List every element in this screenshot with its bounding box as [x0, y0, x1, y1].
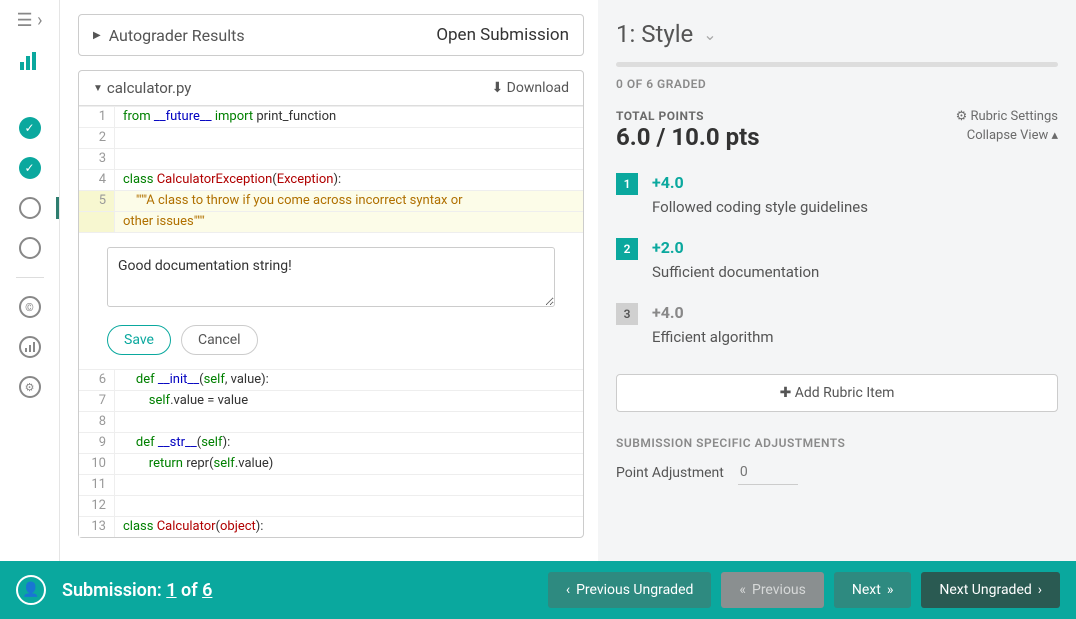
user-icon[interactable]: 👤 — [16, 575, 46, 605]
side-nav: ☰ › ✓ ✓ © ⚙ — [0, 0, 60, 561]
add-rubric-item-button[interactable]: ✚ Add Rubric Item — [616, 374, 1058, 412]
file-panel: ▼ calculator.py ⬇ Download 1from __futur… — [78, 70, 584, 538]
open-submission-link[interactable]: Open Submission — [436, 25, 569, 45]
rubric-settings-link[interactable]: ⚙ Rubric Settings — [956, 109, 1058, 124]
rubric-item-desc: Followed coding style guidelines — [652, 198, 1058, 216]
cancel-button[interactable]: Cancel — [181, 325, 258, 355]
rubric-panel: 1: Style ⌄ 0 OF 6 GRADED TOTAL POINTS 6.… — [598, 0, 1076, 561]
chevron-down-icon[interactable]: ▼ — [93, 83, 103, 94]
rubric-item-points: +4.0 — [652, 173, 1058, 192]
copyright-icon[interactable]: © — [19, 296, 41, 318]
center-column: ▶ Autograder Results Open Submission ▼ c… — [60, 0, 598, 561]
rubric-item[interactable]: 3 +4.0 Efficient algorithm — [616, 303, 1058, 346]
download-icon: ⬇ — [491, 80, 503, 96]
question-nav-2[interactable]: ✓ — [19, 157, 41, 179]
grading-progress — [616, 62, 1058, 67]
file-name: calculator.py — [107, 79, 492, 97]
rubric-item-number: 3 — [616, 303, 638, 325]
adjustments-heading: SUBMISSION SPECIFIC ADJUSTMENTS — [616, 436, 1058, 450]
code-viewer[interactable]: 1from __future__ import print_function23… — [79, 106, 583, 232]
code-viewer[interactable]: 6 def __init__(self, value):7 self.value… — [79, 369, 583, 537]
question-title[interactable]: 1: Style — [616, 20, 693, 48]
total-points-label: TOTAL POINTS — [616, 109, 760, 123]
question-nav-1[interactable]: ✓ — [19, 117, 41, 139]
point-adjustment-label: Point Adjustment — [616, 465, 724, 481]
graded-count: 0 OF 6 GRADED — [616, 77, 1058, 91]
submission-indicator: Submission: 1 of 6 — [62, 580, 538, 601]
point-adjustment-input[interactable] — [738, 460, 798, 485]
autograder-title: Autograder Results — [109, 26, 429, 45]
collapse-view-link[interactable]: Collapse View ▴ — [956, 128, 1058, 143]
total-points-value: 6.0 / 10.0 pts — [616, 123, 760, 151]
rubric-item-number: 2 — [616, 238, 638, 260]
comment-editor: Save Cancel — [79, 232, 583, 369]
stats-circle-icon[interactable] — [19, 336, 41, 358]
comment-textarea[interactable] — [107, 247, 555, 307]
download-link[interactable]: ⬇ Download — [491, 80, 569, 96]
previous-button: « Previous — [721, 572, 823, 608]
save-button[interactable]: Save — [107, 325, 171, 355]
rubric-item-points: +2.0 — [652, 238, 1058, 257]
nav-toggle[interactable]: ☰ › — [16, 10, 42, 31]
rubric-item[interactable]: 1 +4.0 Followed coding style guidelines — [616, 173, 1058, 216]
rubric-item-desc: Efficient algorithm — [652, 328, 1058, 346]
next-ungraded-button[interactable]: Next Ungraded › — [921, 572, 1060, 608]
next-button[interactable]: Next » — [834, 572, 912, 608]
autograder-panel: ▶ Autograder Results Open Submission — [78, 14, 584, 56]
previous-ungraded-button[interactable]: ‹ Previous Ungraded — [548, 572, 712, 608]
rubric-item-desc: Sufficient documentation — [652, 263, 1058, 281]
question-nav-4[interactable] — [19, 237, 41, 259]
rubric-item-points: +4.0 — [652, 303, 1058, 322]
chevron-down-icon[interactable]: ⌄ — [703, 25, 716, 44]
chevron-right-icon[interactable]: ▶ — [93, 30, 101, 41]
settings-icon[interactable]: ⚙ — [19, 376, 41, 398]
gear-icon: ⚙ — [956, 109, 968, 124]
question-nav-3[interactable] — [19, 197, 41, 219]
footer-bar: 👤 Submission: 1 of 6 ‹ Previous Ungraded… — [0, 561, 1076, 619]
rubric-item[interactable]: 2 +2.0 Sufficient documentation — [616, 238, 1058, 281]
stats-icon[interactable] — [18, 49, 42, 73]
rubric-item-number: 1 — [616, 173, 638, 195]
